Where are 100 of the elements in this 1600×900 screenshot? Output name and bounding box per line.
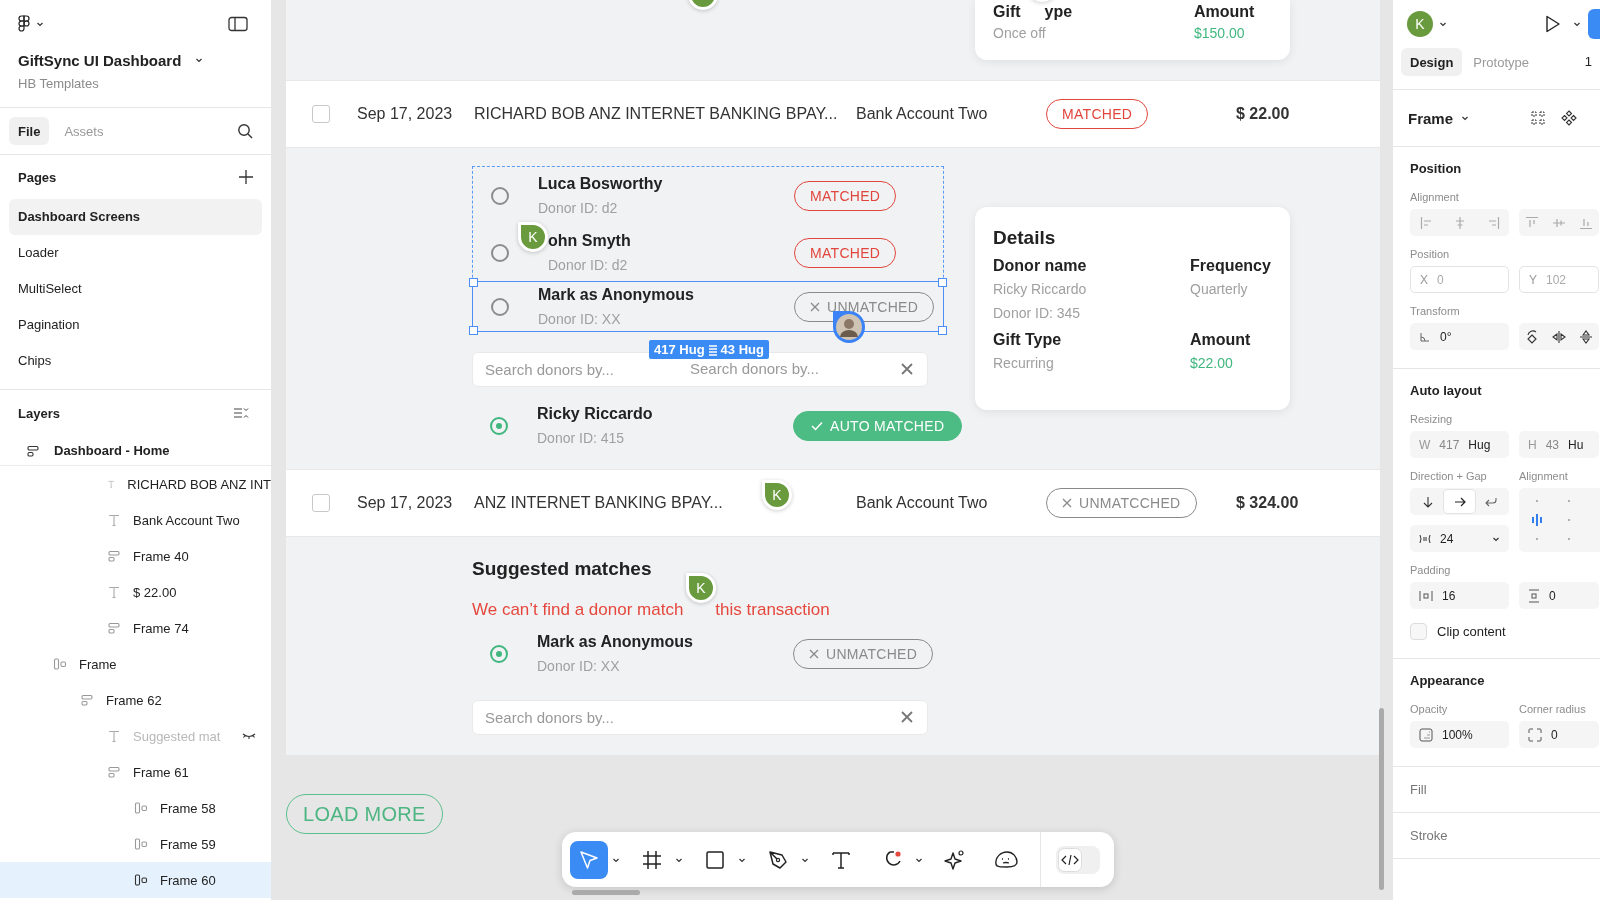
field-label: Resizing — [1410, 412, 1454, 427]
stack-layout-icon — [107, 765, 121, 779]
radio-button[interactable] — [490, 644, 508, 663]
checkbox-label: Clip content — [1437, 624, 1506, 639]
play-icon[interactable] — [1545, 15, 1561, 33]
resize-handle[interactable] — [938, 278, 947, 287]
field-value: Ricky Riccardo — [993, 280, 1088, 299]
layer-row[interactable]: Frame 60 — [0, 862, 271, 898]
chevron-down-icon[interactable] — [1461, 114, 1470, 122]
field-prefix: H — [1528, 437, 1537, 452]
field-label: Position — [1410, 247, 1451, 262]
description-cell: RICHARD BOB ANZ INTERNET BANKING BPAY... — [474, 105, 838, 122]
stack-layout-icon — [107, 621, 121, 635]
gap-field[interactable]: 24 — [1410, 525, 1509, 552]
panel-tab[interactable]: File — [9, 117, 50, 145]
section-title: Layers — [18, 405, 60, 421]
scrollbar[interactable] — [572, 890, 640, 895]
layer-row[interactable]: $ 22.00 — [0, 574, 271, 610]
search-icon[interactable] — [237, 123, 253, 139]
height-field[interactable]: H 43 Hu — [1519, 431, 1599, 458]
donor-name: Luca Bosworthy — [538, 173, 664, 194]
checkbox[interactable] — [1410, 623, 1427, 640]
page-item[interactable]: Pagination — [9, 307, 262, 343]
logo-icon[interactable] — [18, 15, 30, 33]
status-text: MATCHED — [810, 244, 881, 261]
share-button[interactable] — [1588, 9, 1600, 39]
warning-text: We can’t find a donor match — [472, 599, 684, 621]
collapse-list-icon[interactable] — [233, 406, 249, 420]
page-item[interactable]: Dashboard Screens — [9, 199, 262, 235]
radio-button[interactable] — [491, 297, 509, 316]
direction-button[interactable] — [1443, 490, 1476, 513]
layer-row[interactable]: Frame 40 — [0, 538, 271, 574]
layer-row[interactable]: Frame 59 — [0, 826, 271, 862]
close-icon[interactable] — [901, 711, 913, 723]
page-item[interactable]: Loader — [9, 235, 262, 271]
donor-id: Donor ID: 415 — [537, 428, 626, 448]
field-prefix: Y — [1529, 272, 1537, 287]
padding-field[interactable]: 0 — [1519, 582, 1599, 609]
field-label: Gift — [993, 3, 1021, 21]
section-heading: Suggested matches — [472, 557, 653, 581]
chevron-down-icon[interactable] — [195, 56, 204, 64]
resize-mode[interactable]: Hu — [1568, 437, 1584, 452]
resize-handle[interactable] — [469, 278, 478, 287]
stack-layout-icon — [80, 693, 94, 707]
chevron-down-icon[interactable] — [36, 20, 44, 28]
status-text: MATCHED — [1062, 106, 1133, 122]
chevron-down-icon[interactable] — [1439, 20, 1447, 28]
plus-icon[interactable] — [239, 170, 253, 184]
dev-mode-toggle[interactable] — [1056, 845, 1100, 874]
radio-button[interactable] — [491, 243, 509, 262]
layer-row[interactable]: Frame 74 — [0, 610, 271, 646]
row-checkbox[interactable] — [312, 105, 330, 123]
flip-horizontal-icon[interactable] — [1552, 329, 1566, 344]
project-title[interactable]: GiftSync UI Dashboard — [18, 51, 182, 69]
layer-row[interactable]: RICHARD BOB ANZ INT — [0, 466, 271, 502]
zoom-level[interactable]: 1 — [1584, 48, 1592, 76]
layer-row[interactable]: Frame 58 — [0, 790, 271, 826]
layer-row[interactable]: Frame 61 — [0, 754, 271, 790]
close-icon[interactable] — [901, 363, 913, 375]
page-item[interactable]: Chips — [9, 343, 262, 379]
width-field[interactable]: W 417 Hug — [1410, 431, 1509, 458]
layer-row[interactable]: Bank Account Two — [0, 502, 271, 538]
layer-row[interactable]: Frame — [0, 646, 271, 682]
opacity-field[interactable]: 100% — [1410, 721, 1509, 748]
field-label: Corner radius — [1519, 702, 1587, 717]
donor-id: Donor ID: d2 — [548, 255, 629, 275]
field-prefix: W — [1419, 437, 1431, 452]
frame-type-label[interactable]: Frame — [1408, 109, 1454, 127]
search-field[interactable]: Search donors by... — [472, 700, 928, 735]
sidebar-toggle-icon[interactable] — [228, 16, 248, 32]
rotation-field[interactable]: 0° — [1410, 323, 1509, 350]
status-text: AUTO MATCHED — [830, 417, 945, 434]
radius-field[interactable]: 0 — [1519, 721, 1599, 748]
transform-buttons[interactable] — [1519, 323, 1599, 350]
field-label: Amount — [1194, 3, 1255, 21]
page-item[interactable]: MultiSelect — [9, 271, 262, 307]
stack-layout-icon — [107, 549, 121, 563]
radio-button[interactable] — [490, 416, 508, 435]
collaborator-cursor: K — [686, 573, 716, 603]
flip-vertical-icon[interactable] — [1578, 329, 1593, 344]
row-checkbox[interactable] — [312, 494, 330, 512]
layer-name: $ 22.00 — [133, 584, 177, 600]
amount-cell-text: $ 22.00 — [1236, 105, 1291, 123]
component-icon[interactable] — [1561, 110, 1578, 126]
panel-tab[interactable]: Design — [1401, 48, 1463, 76]
field-value: 100% — [1442, 727, 1473, 742]
scrollbar[interactable] — [1379, 708, 1384, 890]
chevron-down-icon[interactable] — [1573, 20, 1581, 28]
layer-row[interactable]: Frame 62 — [0, 682, 271, 718]
resize-handle[interactable] — [938, 326, 947, 335]
field-label: ype — [1044, 3, 1073, 21]
grid-icon[interactable] — [1531, 111, 1546, 125]
cross-icon — [1062, 498, 1072, 508]
section-title: Pages — [18, 169, 57, 185]
resize-handle[interactable] — [469, 326, 478, 335]
resize-mode[interactable]: Hug — [1468, 437, 1491, 452]
padding-field[interactable]: 16 — [1410, 582, 1509, 609]
collaborator-cursor: K — [762, 480, 792, 510]
radio-button[interactable] — [491, 186, 509, 205]
eye-closed-icon[interactable] — [242, 732, 256, 740]
